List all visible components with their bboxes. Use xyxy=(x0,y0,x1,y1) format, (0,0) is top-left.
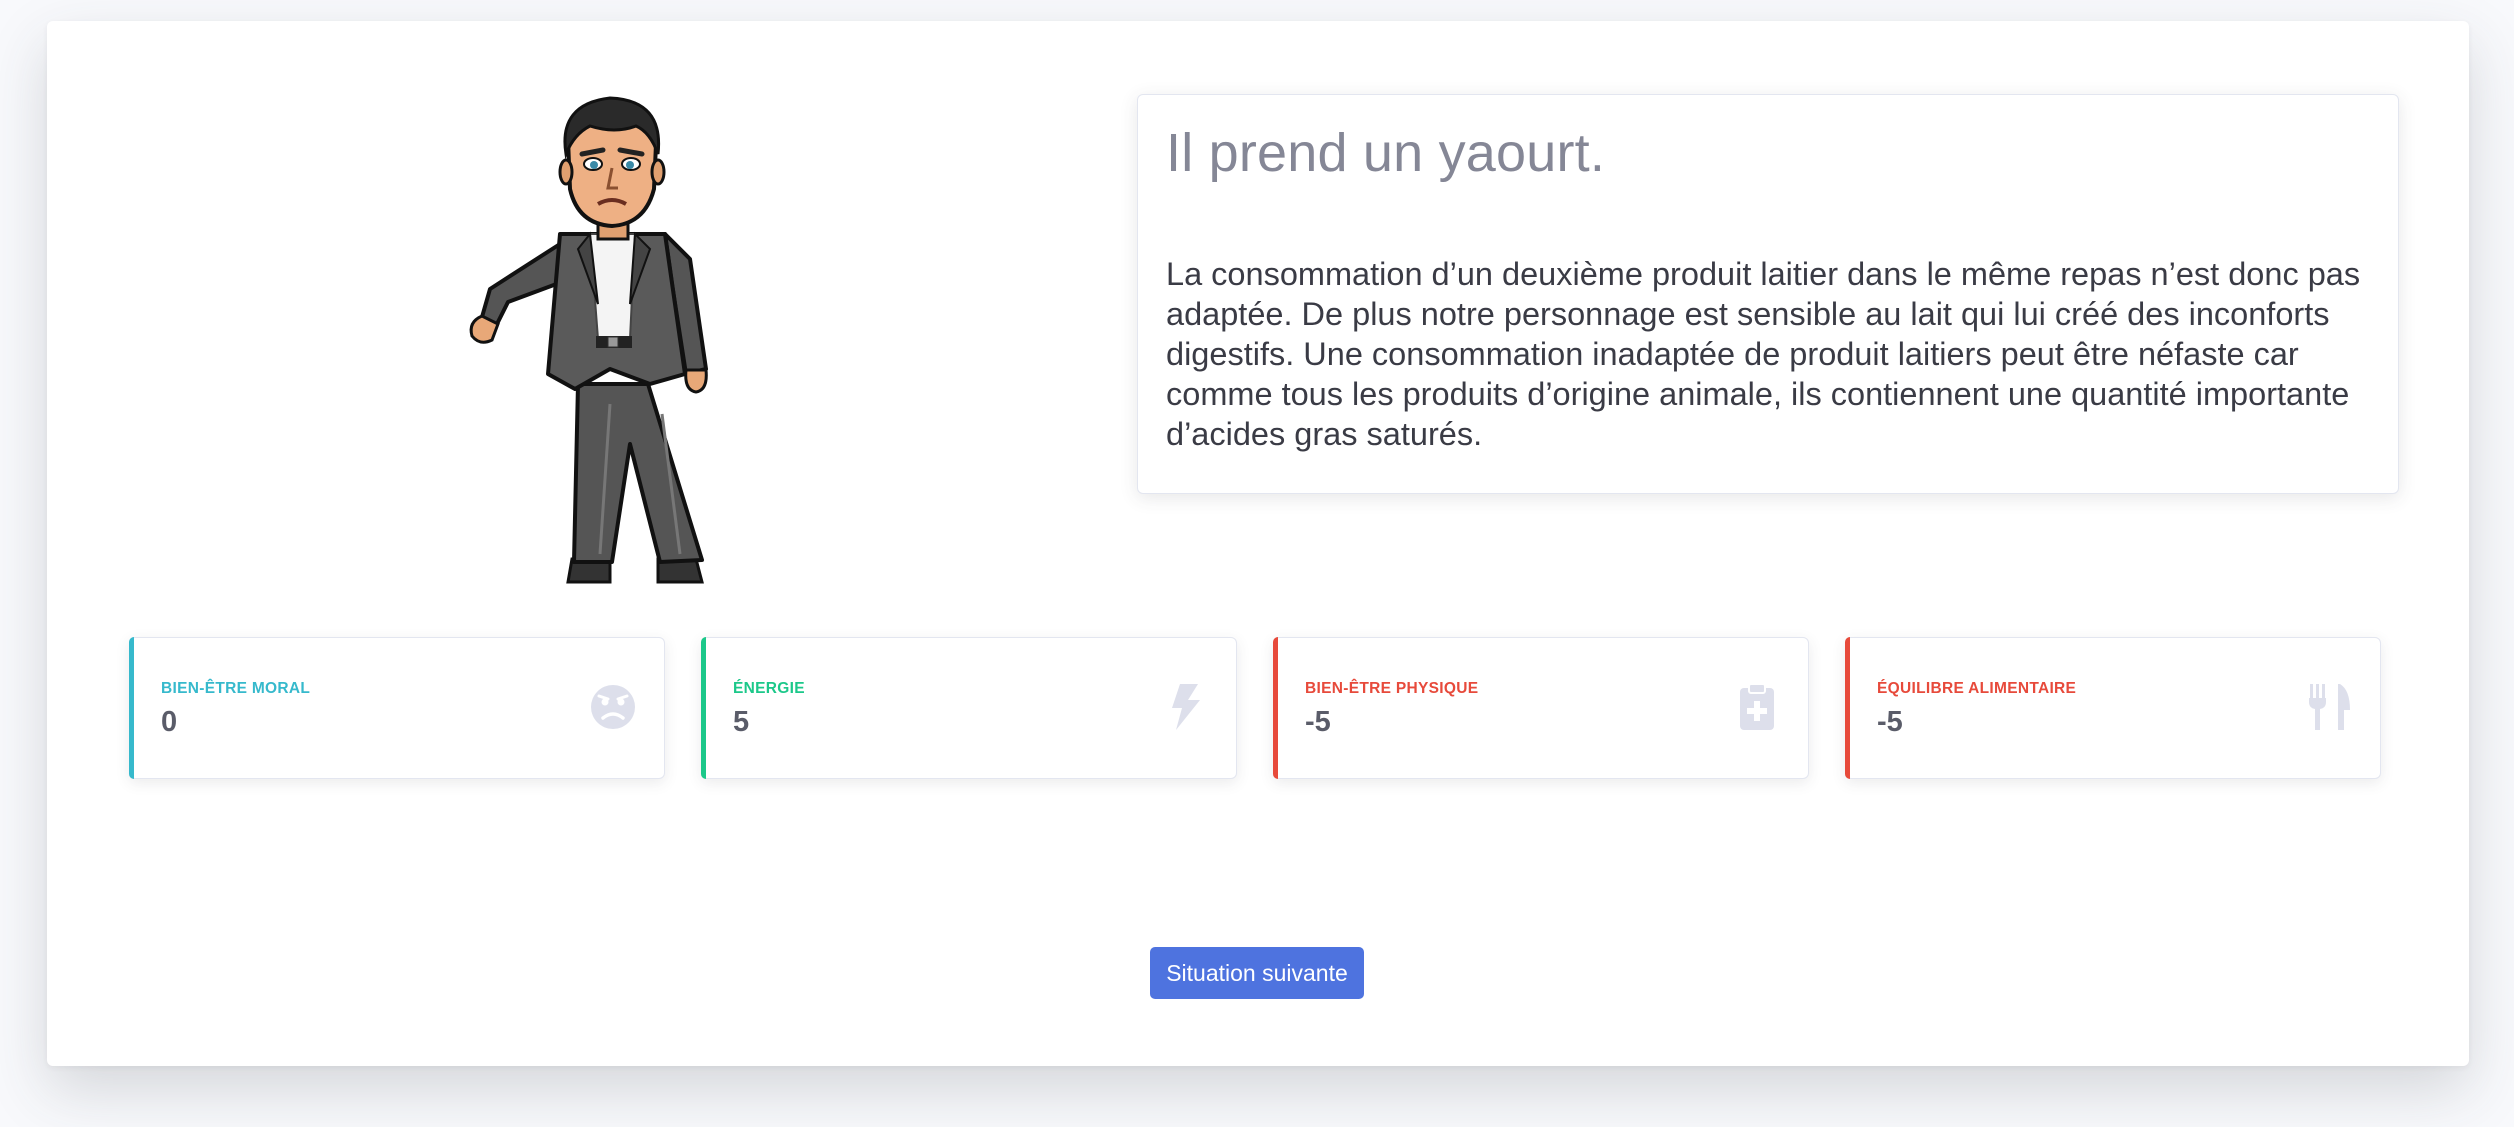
stat-label: Équilibre alimentaire xyxy=(1877,680,2077,697)
stat-label: Bien-être moral xyxy=(161,680,311,697)
next-situation-button[interactable]: Situation suivante xyxy=(1150,947,1364,999)
stat-value: 5 xyxy=(733,706,750,738)
scenario-title: Il prend un yaourt. xyxy=(1166,123,1606,183)
sad-face-icon xyxy=(591,685,635,729)
main-card: Il prend un yaourt. La consommation d’un… xyxy=(47,21,2469,1066)
character-illustration xyxy=(469,96,708,584)
stat-value: 0 xyxy=(161,706,178,738)
scenario-card: Il prend un yaourt. La consommation d’un… xyxy=(1137,94,2399,494)
lightning-bolt-icon xyxy=(1172,684,1200,730)
stat-label: Énergie xyxy=(733,680,805,697)
stat-label: Bien-être physique xyxy=(1305,680,1479,697)
stat-value: -5 xyxy=(1305,706,1331,738)
stat-card-energy: Énergie 5 xyxy=(701,637,1237,779)
stat-card-moral: Bien-être moral 0 xyxy=(129,637,665,779)
fork-knife-icon xyxy=(2309,684,2350,730)
stat-card-food-balance: Équilibre alimentaire -5 xyxy=(1845,637,2381,779)
medical-clipboard-icon xyxy=(1740,683,1774,730)
stat-card-physical: Bien-être physique -5 xyxy=(1273,637,1809,779)
stat-value: -5 xyxy=(1877,706,1903,738)
scenario-description: La consommation d’un deuxième produit la… xyxy=(1166,255,2361,452)
